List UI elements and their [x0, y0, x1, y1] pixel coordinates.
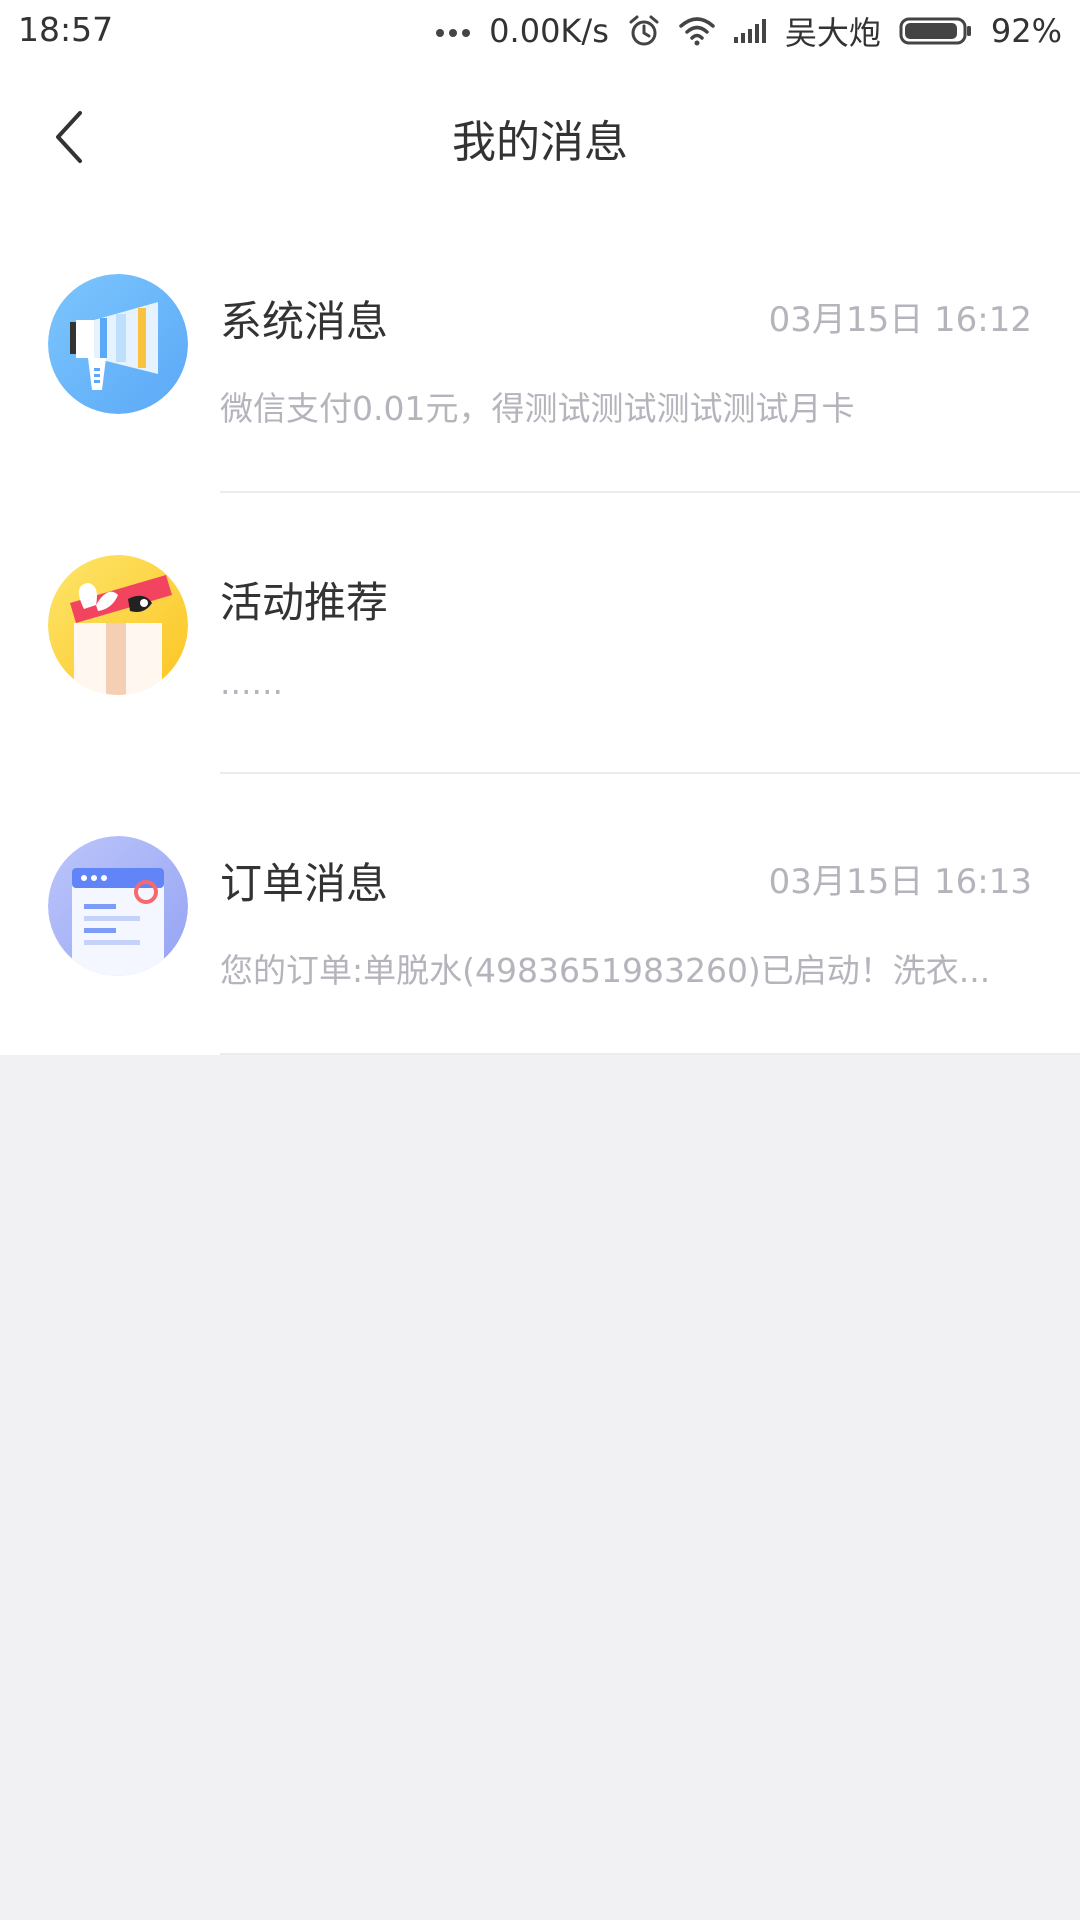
- message-preview: 微信支付0.01元，得测试测试测试测试月卡: [220, 389, 855, 428]
- message-preview: 您的订单:单脱水(4983651983260)已启动！洗衣...: [220, 951, 991, 990]
- message-item-activity[interactable]: 活动推荐 ......: [0, 493, 1080, 774]
- status-bar: 18:57 0.00K/s 吴大炮 92%: [0, 0, 1080, 62]
- battery-percent: 92%: [990, 12, 1062, 50]
- gift-icon: [48, 555, 188, 695]
- signal-icon: [733, 18, 767, 44]
- message-item-order[interactable]: 订单消息 03月15日 16:13 您的订单:单脱水(4983651983260…: [0, 774, 1080, 1055]
- message-title: 订单消息: [220, 859, 389, 908]
- order-document-icon: [48, 836, 188, 976]
- status-time: 18:57: [18, 10, 114, 49]
- battery-icon: [899, 16, 973, 46]
- message-time: 03月15日 16:12: [768, 300, 1032, 340]
- alarm-icon: [627, 14, 661, 48]
- more-dots-icon: [435, 25, 471, 37]
- wifi-icon: [679, 16, 715, 46]
- carrier-name: 吴大炮: [784, 14, 881, 52]
- status-right: 0.00K/s 吴大炮 92%: [435, 10, 1062, 52]
- message-time: 03月15日 16:13: [768, 862, 1032, 902]
- megaphone-icon: [48, 274, 188, 414]
- page-title: 我的消息: [452, 117, 628, 168]
- message-title: 系统消息: [220, 297, 389, 346]
- message-title: 活动推荐: [220, 578, 389, 627]
- message-item-system[interactable]: 系统消息 03月15日 16:12 微信支付0.01元，得测试测试测试测试月卡: [0, 212, 1080, 493]
- network-speed: 0.00K/s: [489, 12, 609, 50]
- message-preview: ......: [220, 663, 283, 702]
- nav-bar: 我的消息: [0, 62, 1080, 212]
- message-list: 系统消息 03月15日 16:12 微信支付0.01元，得测试测试测试测试月卡: [0, 212, 1080, 1055]
- divider: [220, 1053, 1080, 1055]
